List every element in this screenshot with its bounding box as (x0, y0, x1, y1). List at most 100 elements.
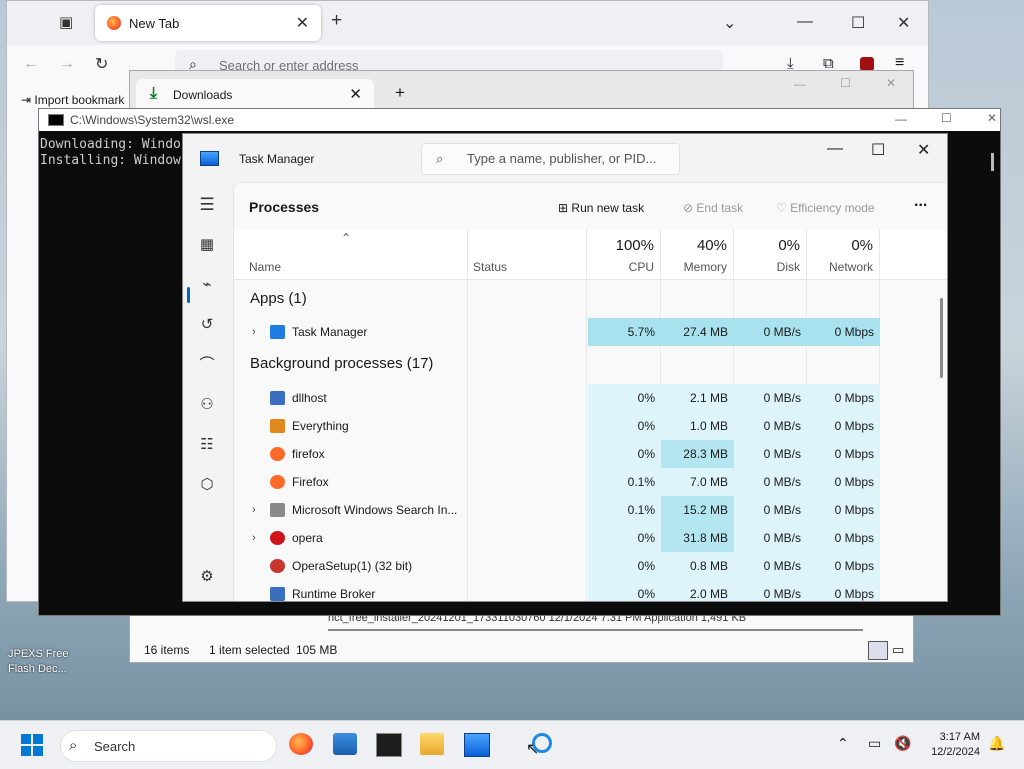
close-tab-icon[interactable]: ✕ (349, 85, 362, 103)
tm-title: Task Manager (239, 152, 315, 166)
process-name: opera (292, 531, 323, 545)
expand-chevron-icon[interactable]: › (252, 318, 256, 346)
startup-apps-icon[interactable]: ⌒ (192, 350, 222, 380)
chevron-down-icon[interactable]: ⌄ (723, 13, 736, 33)
task-manager-window: Task Manager ⌕ Type a name, publisher, o… (182, 133, 948, 602)
process-row[interactable]: › opera 0% 31.8 MB 0 MB/s 0 Mbps (234, 524, 880, 552)
console-scrollbar[interactable] (991, 153, 994, 171)
process-row[interactable]: Firefox 0.1% 7.0 MB 0 MB/s 0 Mbps (234, 468, 880, 496)
col-status[interactable]: Status (473, 260, 507, 274)
tm-titlebar: Task Manager ⌕ Type a name, publisher, o… (183, 134, 947, 182)
disk-total: 0% (778, 237, 800, 254)
minimize-icon[interactable]: — (827, 140, 843, 158)
taskbar-search[interactable]: ⌕ Search (60, 730, 277, 762)
file-explorer-blue-icon[interactable] (333, 733, 357, 755)
clock[interactable]: 3:17 AM 12/2/2024 (931, 730, 980, 760)
expand-chevron-icon[interactable]: › (252, 496, 256, 524)
desktop-icon-jpexs[interactable]: JPEXS Free Flash Dec... (8, 647, 69, 677)
tiles-view-icon[interactable]: ▭ (892, 642, 904, 658)
process-name: dllhost (292, 391, 327, 405)
more-options-button[interactable]: ... (914, 193, 927, 211)
process-row[interactable]: Runtime Broker 0% 2.0 MB 0 MB/s 0 Mbps (234, 580, 880, 601)
ublock-icon[interactable] (860, 57, 874, 71)
back-icon[interactable]: ← (23, 55, 39, 73)
close-icon[interactable]: ✕ (987, 111, 997, 125)
process-row[interactable]: OperaSetup(1) (32 bit) 0% 0.8 MB 0 MB/s 0 Mb… (234, 552, 880, 580)
reload-icon[interactable]: ↻ (95, 54, 108, 74)
tab-downloads[interactable]: ⤓ Downloads ✕ (136, 79, 374, 111)
maximize-icon[interactable]: ☐ (871, 140, 885, 160)
col-name[interactable]: Name (249, 260, 281, 274)
end-task-button[interactable]: ⊘ End task (683, 201, 743, 215)
process-search-input[interactable]: ⌕ Type a name, publisher, or PID... (421, 143, 680, 175)
maximize-icon[interactable]: ☐ (851, 13, 865, 33)
process-row[interactable]: dllhost 0% 2.1 MB 0 MB/s 0 Mbps (234, 384, 880, 412)
minimize-icon[interactable]: — (794, 77, 806, 91)
performance-icon[interactable]: ⌁ (192, 270, 222, 300)
maximize-icon[interactable]: ☐ (941, 111, 952, 125)
col-network[interactable]: 0% Network (806, 229, 879, 279)
app-history-icon[interactable]: ↺ (192, 310, 222, 340)
tab-new-tab[interactable]: New Tab ✕ (95, 5, 321, 41)
tm-sidebar: ☰ ▦ ⌁ ↺ ⌒ ⚇ ☷ ⬡ ⚙ (183, 182, 231, 601)
group-background: Background processes (17) (250, 355, 434, 372)
network-icon[interactable]: ▭ (868, 735, 881, 752)
processes-icon[interactable]: ▦ (192, 230, 222, 260)
firefox-taskbar-icon[interactable] (289, 733, 313, 755)
maximize-icon[interactable]: ☐ (840, 76, 851, 90)
start-icon[interactable] (21, 734, 43, 756)
process-row[interactable]: Everything 0% 1.0 MB 0 MB/s 0 Mbps (234, 412, 880, 440)
mouse-cursor: ↖ (526, 741, 540, 758)
process-disk: 0 MB/s (734, 384, 807, 412)
details-view-icon[interactable] (868, 641, 888, 660)
firefox-icon (107, 16, 121, 30)
horizontal-scrollbar[interactable] (328, 629, 863, 631)
col-cpu[interactable]: 100% CPU (587, 229, 660, 279)
run-new-task-button[interactable]: ⊞ Run new task (558, 201, 644, 215)
process-icon (270, 391, 285, 405)
process-name: Runtime Broker (292, 587, 376, 601)
close-tab-icon[interactable]: ✕ (296, 13, 309, 33)
col-memory[interactable]: 40% Memory (660, 229, 733, 279)
process-row[interactable]: › Microsoft Windows Search In... 0.1% 15.2 … (234, 496, 880, 524)
close-icon[interactable]: ✕ (897, 13, 910, 33)
bookmark-import[interactable]: ⇥ Import bookmark (21, 93, 124, 107)
process-net: 0 Mbps (807, 412, 880, 440)
minimize-icon[interactable]: — (895, 112, 907, 126)
process-row[interactable]: firefox 0% 28.3 MB 0 MB/s 0 Mbps (234, 440, 880, 468)
services-icon[interactable]: ⬡ (192, 470, 222, 500)
firefox-tabbar: ▣ New Tab ✕ + ⌄ — ☐ ✕ (7, 1, 928, 45)
console-title: C:\Windows\System32\wsl.exe (70, 113, 235, 127)
search-placeholder: Type a name, publisher, or PID... (467, 151, 657, 166)
chevron-up-icon[interactable]: ⌃ (837, 735, 849, 752)
process-scrollbar[interactable] (940, 298, 943, 378)
run-label: Run new task (571, 201, 645, 215)
close-icon[interactable]: ✕ (886, 76, 896, 90)
forward-icon[interactable]: → (59, 55, 75, 73)
hamburger-icon[interactable]: ☰ (192, 190, 222, 220)
minimize-icon[interactable]: — (797, 13, 813, 31)
process-net: 0 Mbps (807, 496, 880, 524)
process-icon (270, 419, 285, 433)
terminal-icon[interactable] (376, 733, 402, 757)
notification-bell-icon[interactable]: 🔔 (988, 735, 1005, 752)
process-cpu: 0% (588, 580, 661, 601)
users-icon[interactable]: ⚇ (192, 390, 222, 420)
task-manager-taskbar-icon[interactable] (464, 733, 490, 757)
new-tab-icon[interactable]: + (395, 83, 405, 103)
new-tab-icon[interactable]: + (331, 10, 342, 32)
process-cpu: 0% (588, 412, 661, 440)
group-apps: Apps (1) (250, 290, 307, 307)
volume-muted-icon[interactable]: 🔇 (894, 735, 911, 752)
settings-icon[interactable]: ⚙ (192, 562, 222, 592)
process-row[interactable]: › Task Manager 5.7% 27.4 MB 0 MB/s 0 Mbps (234, 318, 880, 346)
tab-list-icon[interactable]: ▣ (59, 13, 73, 31)
details-icon[interactable]: ☷ (192, 430, 222, 460)
efficiency-mode-button[interactable]: ♡ Efficiency mode (776, 201, 875, 215)
process-name: Microsoft Windows Search In... (292, 503, 458, 517)
close-icon[interactable]: ✕ (917, 140, 930, 160)
expand-chevron-icon[interactable]: › (252, 524, 256, 552)
process-mem: 1.0 MB (661, 412, 734, 440)
col-disk[interactable]: 0% Disk (733, 229, 806, 279)
file-explorer-icon[interactable] (420, 733, 444, 755)
